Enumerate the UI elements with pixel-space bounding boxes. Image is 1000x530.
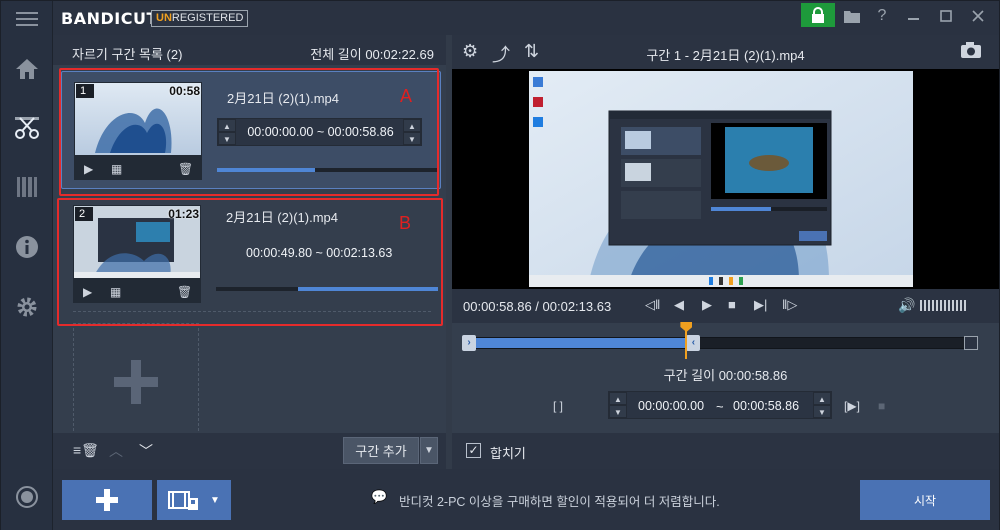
chevron-down-icon: ▼ (210, 494, 220, 506)
help-icon[interactable]: ? (867, 3, 897, 29)
timeline-end-marker (964, 336, 978, 350)
chevron-down-icon: ▼ (813, 405, 831, 418)
trim-range-field[interactable]: ▲ ▼ 00:00:00.00 ~ 00:00:58.86 ▲ ▼ (608, 391, 832, 419)
set-end-icon[interactable]: ■ (878, 399, 885, 413)
range-separator: ~ (716, 399, 724, 414)
playhead[interactable] (685, 323, 688, 359)
trim-editor: › ‹ 구간 길이 00:00:58.86 [ ] ▲ ▼ 00:00:00.00… (452, 323, 999, 433)
highlight-box-a (59, 68, 439, 196)
next-segment-icon[interactable]: ‖▷ (782, 297, 797, 313)
timeline-track[interactable] (462, 337, 972, 349)
stop-icon[interactable]: ■ (728, 297, 736, 312)
move-down-icon[interactable]: ﹀ (139, 441, 153, 461)
film-format-icon (168, 491, 199, 510)
chevron-up-icon: ▲ (813, 392, 831, 405)
start-spinner[interactable]: ▲ ▼ (609, 392, 627, 418)
close-icon[interactable] (963, 3, 993, 29)
plus-icon (114, 360, 158, 404)
chevron-down-icon: ▼ (424, 445, 434, 456)
segment-list-header: 자르기 구간 목록 (2) 전체 길이 00:02:22.69 (53, 35, 446, 65)
bottom-bar: ▼ 💬 반디컷 2-PC 이상을 구매하면 할인이 적용되어 더 저렴합니다. … (53, 469, 999, 530)
playback-controls: 00:00:58.86 / 00:02:13.63 ◁‖ ◀ ▶ ■ ▶| ‖▷… (452, 289, 999, 323)
plus-icon (96, 489, 118, 511)
step-forward-icon[interactable]: ▶| (754, 297, 767, 313)
record-icon[interactable] (11, 481, 43, 513)
folder-icon[interactable] (837, 3, 867, 29)
play-segment-icon[interactable]: [▶] (844, 399, 860, 413)
end-spinner[interactable]: ▲ ▼ (813, 392, 831, 418)
segment-list-title: 자르기 구간 목록 (2) (72, 47, 183, 62)
preview-title: 구간 1 - 2月21日 (2)(1).mp4 (646, 48, 805, 63)
highlight-box-b (57, 198, 443, 326)
chat-icon: 💬 (371, 489, 388, 504)
output-format-button[interactable]: ▼ (157, 480, 231, 520)
trim-end-time[interactable]: 00:00:58.86 (733, 399, 799, 413)
trim-start-time[interactable]: 00:00:00.00 (638, 399, 704, 413)
merge-label: 합치기 (490, 446, 526, 461)
maximize-icon[interactable] (931, 3, 961, 29)
registration-badge[interactable]: UNREGISTERED (151, 10, 249, 27)
set-start-icon[interactable]: [ ] (553, 399, 563, 413)
title-bar: BANDICUT UNREGISTERED ? (53, 1, 999, 35)
film-icon[interactable] (11, 171, 43, 203)
app-logo: BANDICUT (61, 9, 158, 28)
lock-button[interactable] (801, 3, 835, 27)
merge-checkbox[interactable]: ✓ (466, 443, 481, 458)
prev-segment-icon[interactable]: ◁‖ (645, 297, 660, 313)
chevron-up-icon: ▲ (609, 392, 627, 405)
app-window: BANDICUT UNREGISTERED ? 자르기 구간 목록 (2) 전체… (0, 0, 1000, 530)
minimize-icon[interactable] (899, 3, 929, 29)
video-frame (529, 71, 913, 287)
step-back-icon[interactable]: ◀ (674, 297, 684, 313)
settings-icon[interactable] (11, 291, 43, 323)
volume-icon[interactable]: 🔊 (898, 297, 915, 314)
home-icon[interactable] (11, 53, 43, 85)
add-segment-button[interactable]: 구간 추가 (343, 437, 419, 464)
trim-end-handle[interactable]: ‹ (686, 335, 701, 351)
segment-length: 구간 길이 00:00:58.86 (663, 368, 788, 383)
camera-icon[interactable] (960, 41, 982, 64)
add-segment-placeholder[interactable] (73, 323, 199, 441)
segment-list-footer: ≡🗑 ︿ ﹀ 구간 추가 ▼ (53, 433, 446, 469)
total-length: 전체 길이 00:02:22.69 (310, 47, 434, 62)
info-icon[interactable] (11, 231, 43, 263)
promo-notice: 반디컷 2-PC 이상을 구매하면 할인이 적용되어 더 저렴합니다. (399, 495, 720, 509)
cut-icon[interactable] (11, 112, 43, 144)
clear-list-icon[interactable]: ≡🗑 (73, 442, 99, 459)
left-rail (1, 1, 53, 530)
start-button[interactable]: 시작 (860, 480, 990, 520)
preview-panel: ⚙ ⤴ ⇅ 구간 1 - 2月21日 (2)(1).mp4 00:00:58.8… (452, 35, 999, 469)
volume-level[interactable] (920, 300, 980, 311)
video-preview[interactable] (452, 69, 999, 289)
time-display: 00:00:58.86 / 00:02:13.63 (463, 299, 612, 314)
add-segment-dropdown[interactable]: ▼ (420, 437, 438, 464)
add-file-button[interactable] (62, 480, 152, 520)
play-icon[interactable]: ▶ (702, 297, 712, 313)
merge-bar: ✓ 합치기 (452, 433, 999, 469)
move-up-icon[interactable]: ︿ (109, 441, 123, 461)
preview-header: ⚙ ⤴ ⇅ 구간 1 - 2月21日 (2)(1).mp4 (452, 35, 999, 69)
menu-icon[interactable] (11, 3, 43, 35)
trim-start-handle[interactable]: › (462, 335, 476, 351)
chevron-down-icon: ▼ (609, 405, 627, 418)
lock-icon (812, 7, 824, 23)
